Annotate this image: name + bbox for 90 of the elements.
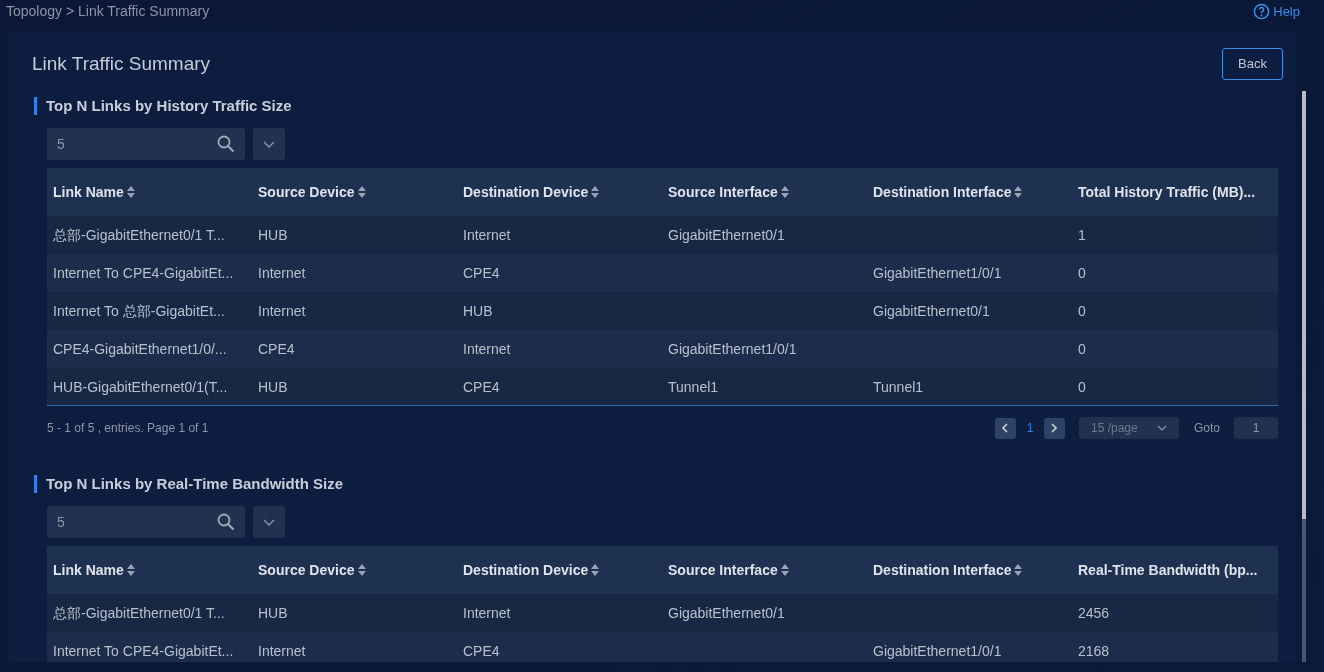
- table-cell: GigabitEthernet0/1: [668, 227, 785, 243]
- column-header[interactable]: Link Name: [47, 181, 252, 203]
- table-cell: Tunnel1: [668, 378, 719, 395]
- help-link[interactable]: Help: [1253, 1, 1300, 22]
- sort-icon[interactable]: [1014, 186, 1023, 198]
- search-icon[interactable]: [217, 135, 235, 153]
- column-header[interactable]: Source Interface: [662, 181, 867, 203]
- chevron-left-icon: [1002, 423, 1009, 433]
- table-cell: HUB-GigabitEthernet0/1(T...: [53, 378, 228, 395]
- sort-icon[interactable]: [591, 564, 600, 576]
- table-cell: Internet: [258, 643, 306, 659]
- table-cell: 1: [1078, 227, 1086, 243]
- table-cell: Internet To CPE4-GigabitEt...: [53, 265, 234, 281]
- next-page-button[interactable]: [1044, 417, 1065, 439]
- chevron-down-icon: [1157, 425, 1167, 431]
- top-n-field[interactable]: 5: [47, 506, 245, 538]
- table-cell: Internet: [463, 341, 511, 357]
- table-row[interactable]: 总部-GigabitEthernet0/1 T... HUB Internet GigabitEthernet0/1 1: [47, 216, 1278, 254]
- chevron-right-icon: [1051, 423, 1058, 433]
- table-cell: 总部-GigabitEthernet0/1 T...: [53, 605, 225, 621]
- column-header[interactable]: Source Device: [252, 559, 457, 581]
- table-cell: 2456: [1078, 605, 1110, 621]
- table-cell: Internet To CPE4-GigabitEt...: [53, 643, 234, 659]
- search-icon[interactable]: [217, 513, 235, 531]
- scrollbar[interactable]: [1302, 91, 1306, 662]
- table-cell: Internet: [258, 303, 306, 319]
- sort-icon[interactable]: [780, 186, 789, 198]
- table-cell: CPE4: [258, 341, 295, 357]
- page-number[interactable]: 1: [1016, 419, 1044, 437]
- sort-icon[interactable]: [591, 186, 600, 198]
- table-cell: 0: [1078, 265, 1086, 281]
- column-header[interactable]: Destination Device: [457, 181, 662, 203]
- table-cell: 总部-GigabitEthernet0/1 T...: [53, 227, 225, 243]
- column-header[interactable]: Link Name: [47, 559, 252, 581]
- breadcrumb: Topology > Link Traffic Summary: [6, 2, 210, 21]
- column-header[interactable]: Total History Traffic (MB)...: [1072, 181, 1278, 203]
- section-heading: Top N Links by Real-Time Bandwidth Size: [46, 473, 343, 494]
- table-cell: HUB: [258, 378, 288, 395]
- sort-icon[interactable]: [126, 186, 135, 198]
- table-cell: Internet: [463, 227, 511, 243]
- heading-accent-bar: [34, 97, 37, 115]
- table-row[interactable]: Internet To CPE4-GigabitEt... Internet CPE4 GigabitEthernet1/0/1 2168: [47, 632, 1278, 662]
- table-cell: Tunnel1: [873, 378, 924, 395]
- table-row[interactable]: Internet To CPE4-GigabitEt... Internet CPE4 GigabitEthernet1/0/1 0: [47, 254, 1278, 292]
- table-cell: 0: [1078, 378, 1086, 395]
- goto-field[interactable]: 1: [1234, 417, 1278, 439]
- chevron-down-icon: [263, 518, 275, 526]
- table-cell: 0: [1078, 303, 1086, 319]
- previous-page-button[interactable]: [995, 417, 1016, 439]
- section-heading: Top N Links by History Traffic Size: [46, 95, 292, 116]
- goto-label: Goto: [1194, 420, 1220, 437]
- column-header[interactable]: Source Interface: [662, 559, 867, 581]
- entries-summary: 5 - 1 of 5 , entries. Page 1 of 1: [47, 420, 209, 437]
- table-cell: CPE4-GigabitEthernet1/0/...: [53, 341, 227, 357]
- table-row[interactable]: Internet To 总部-GigabitEt... Internet HUB GigabitEthernet0/1 0: [47, 292, 1278, 330]
- table-cell: GigabitEthernet0/1: [668, 605, 785, 621]
- table-cell: GigabitEthernet0/1: [873, 303, 990, 319]
- sort-icon[interactable]: [357, 564, 366, 576]
- table-cell: CPE4: [463, 265, 500, 281]
- table-cell: Internet: [463, 605, 511, 621]
- sort-icon[interactable]: [357, 186, 366, 198]
- table-cell: CPE4: [463, 378, 500, 395]
- table-cell: Internet To 总部-GigabitEt...: [53, 303, 225, 319]
- table-row[interactable]: HUB-GigabitEthernet0/1(T... HUB CPE4 Tunnel1 Tunnel1 0: [47, 368, 1278, 406]
- column-header[interactable]: Destination Interface: [867, 559, 1072, 581]
- table-cell: 2168: [1078, 643, 1110, 659]
- sort-icon[interactable]: [126, 564, 135, 576]
- top-n-field[interactable]: 5: [47, 128, 245, 160]
- question-icon: [1253, 3, 1271, 20]
- table-cell: GigabitEthernet1/0/1: [873, 643, 1002, 659]
- back-button[interactable]: Back: [1222, 48, 1283, 80]
- column-header[interactable]: Real-Time Bandwidth (bp...: [1072, 559, 1278, 581]
- table-cell: HUB: [258, 605, 288, 621]
- column-header[interactable]: Destination Interface: [867, 181, 1072, 203]
- heading-accent-bar: [34, 475, 37, 493]
- chevron-down-icon: [263, 140, 275, 148]
- sort-icon[interactable]: [780, 564, 789, 576]
- table-row[interactable]: 总部-GigabitEthernet0/1 T... HUB Internet GigabitEthernet0/1 2456: [47, 594, 1278, 632]
- table-row[interactable]: CPE4-GigabitEthernet1/0/... CPE4 Internet GigabitEthernet1/0/1 0: [47, 330, 1278, 368]
- page-title: Link Traffic Summary: [32, 52, 211, 76]
- column-header[interactable]: Destination Device: [457, 559, 662, 581]
- table-cell: 0: [1078, 341, 1086, 357]
- table-cell: CPE4: [463, 643, 500, 659]
- table-cell: HUB: [258, 227, 288, 243]
- column-header[interactable]: Source Device: [252, 181, 457, 203]
- table-cell: Internet: [258, 265, 306, 281]
- sort-icon[interactable]: [1014, 564, 1023, 576]
- table-cell: GigabitEthernet1/0/1: [873, 265, 1002, 281]
- table-cell: HUB: [463, 303, 493, 319]
- table-cell: GigabitEthernet1/0/1: [668, 341, 797, 357]
